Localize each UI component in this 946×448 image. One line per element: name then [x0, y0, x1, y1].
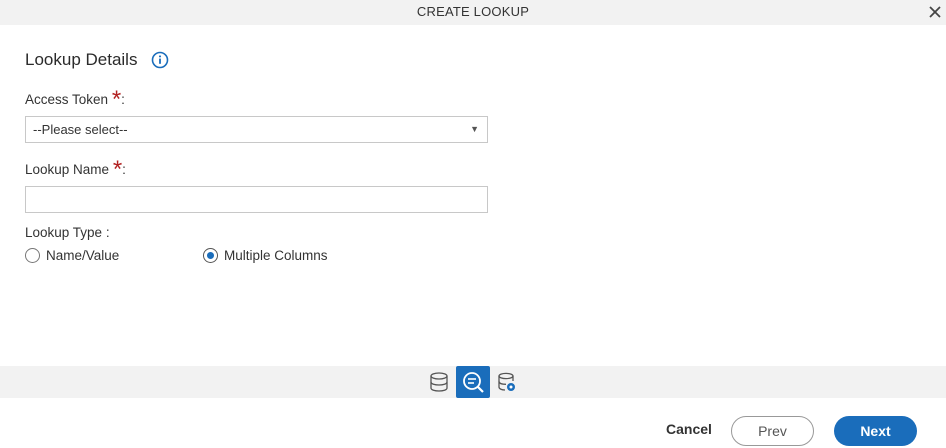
required-marker: * — [111, 86, 122, 113]
radio-multiple-columns-label[interactable]: Multiple Columns — [224, 248, 328, 263]
radio-selected-dot — [207, 252, 214, 259]
radio-name-value-label[interactable]: Name/Value — [46, 248, 119, 263]
step-lookup-details[interactable] — [456, 366, 490, 398]
dropdown-caret-icon: ▼ — [470, 124, 479, 134]
lookup-search-icon — [463, 372, 484, 393]
close-icon[interactable] — [927, 4, 943, 20]
lookup-name-label: Lookup Name *: — [25, 158, 126, 182]
radio-name-value[interactable] — [25, 248, 40, 263]
section-title: Lookup Details — [25, 50, 138, 69]
step-database[interactable] — [422, 366, 456, 398]
label-colon: : — [121, 92, 125, 107]
cancel-button[interactable]: Cancel — [666, 421, 712, 437]
lookup-name-input[interactable] — [25, 186, 488, 213]
create-lookup-dialog: CREATE LOOKUP Lookup Details Access Toke… — [0, 0, 946, 448]
access-token-selected-value: --Please select-- — [33, 122, 128, 137]
required-marker: * — [112, 156, 123, 183]
wizard-step-bar — [0, 366, 946, 398]
dialog-title: CREATE LOOKUP — [416, 4, 530, 19]
info-icon[interactable] — [151, 51, 169, 69]
access-token-label-text: Access Token — [25, 92, 109, 107]
access-token-label: Access Token *: — [25, 88, 125, 112]
lookup-name-label-text: Lookup Name — [25, 162, 110, 177]
step-database-settings[interactable] — [490, 366, 524, 398]
prev-button[interactable]: Prev — [731, 416, 814, 446]
lookup-type-label: Lookup Type : — [25, 225, 110, 240]
database-settings-icon — [498, 372, 515, 391]
database-icon — [430, 372, 448, 392]
access-token-select[interactable]: --Please select-- ▼ — [25, 116, 488, 143]
next-button[interactable]: Next — [834, 416, 917, 446]
radio-multiple-columns[interactable] — [203, 248, 218, 263]
dialog-titlebar: CREATE LOOKUP — [0, 0, 946, 25]
label-colon: : — [122, 162, 126, 177]
